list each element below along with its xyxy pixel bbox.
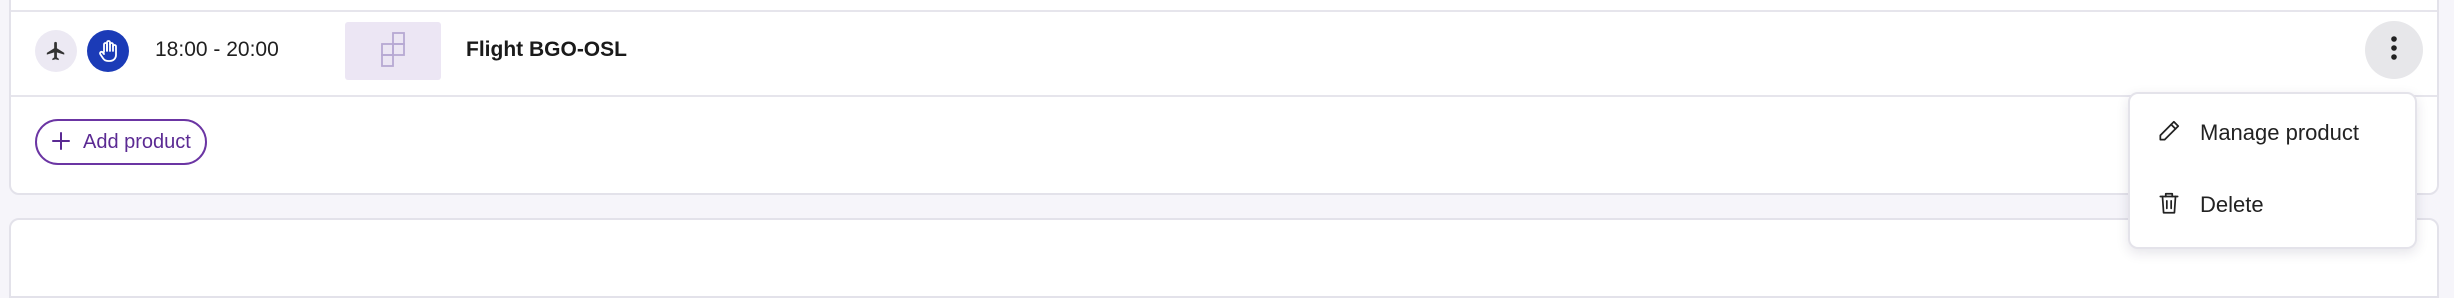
product-placeholder-icon [373,29,413,74]
pencil-icon [2156,118,2182,149]
product-name: Flight BGO-OSL [466,38,627,61]
menu-item-label: Manage product [2200,120,2359,145]
menu-item-delete[interactable]: Delete [2130,177,2415,233]
menu-item-manage-product[interactable]: Manage product [2130,105,2415,161]
more-vertical-icon [2390,35,2398,66]
trash-icon [2156,190,2182,221]
more-options-button[interactable] [2365,21,2423,79]
product-card: 18:00 - 20:00 Flight BGO-OSL Add product [9,0,2439,195]
time-range: 18:00 - 20:00 [155,38,279,61]
product-thumbnail [345,22,441,80]
menu-item-label: Delete [2200,192,2264,217]
next-product-card [9,218,2439,298]
add-product-label: Add product [83,130,191,153]
product-context-menu: Manage product Delete [2128,92,2417,249]
row-divider-bottom [11,95,2437,97]
add-product-button[interactable]: Add product [35,119,207,165]
hand-stop-icon [87,30,129,72]
product-row: 18:00 - 20:00 Flight BGO-OSL [11,12,2437,95]
airplane-icon [35,30,77,72]
plus-icon [51,131,71,154]
